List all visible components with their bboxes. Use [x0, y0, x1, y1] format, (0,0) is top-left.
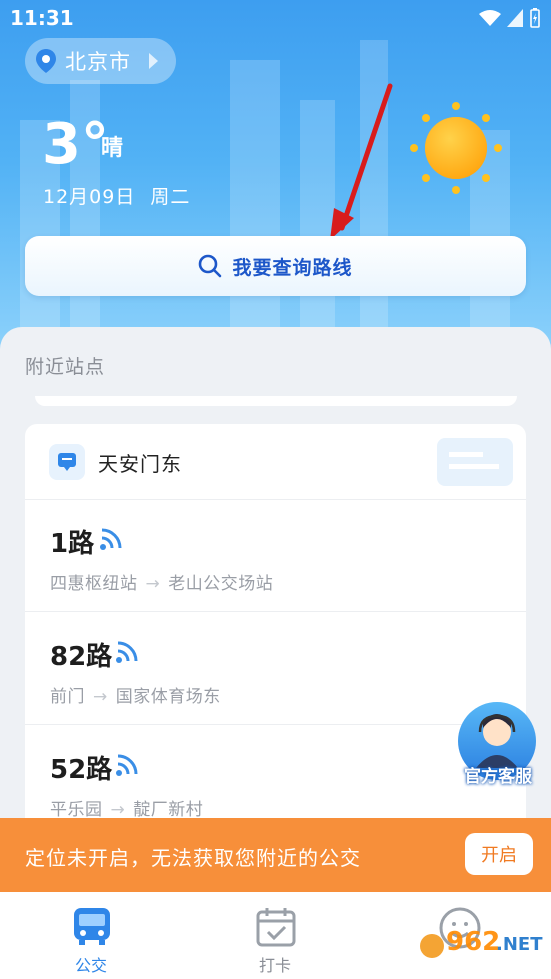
route-origin: 四惠枢纽站 [50, 574, 138, 594]
weather-condition: 晴 [101, 136, 124, 161]
site-watermark-logo: 962 .NET 乐游网 [420, 927, 543, 976]
realtime-signal-icon [116, 754, 138, 776]
stop-decoration-icon [437, 438, 513, 486]
route-search-button[interactable]: 我要查询路线 [25, 236, 526, 296]
city-name: 北京市 [65, 50, 131, 74]
stop-header[interactable]: 天安门东 [25, 424, 526, 500]
city-selector[interactable]: 北京市 [25, 38, 176, 84]
route-direction: 前门 → 国家体育场东 [50, 682, 221, 707]
tab-bus-label: 公交 [74, 956, 107, 975]
status-bar: 11:31 [0, 0, 551, 36]
stop-name: 天安门东 [98, 452, 182, 476]
sun-icon [410, 102, 502, 194]
route-direction: 四惠枢纽站 → 老山公交场站 [50, 569, 273, 594]
weekday: 周二 [150, 186, 191, 208]
route-number: 1路 [50, 529, 95, 559]
svg-text:乐游网: 乐游网 [494, 960, 536, 976]
previous-card-edge [35, 396, 517, 406]
route-item[interactable]: 1路 四惠枢纽站 → 老山公交场站 [25, 499, 526, 612]
arrow-right-icon: → [110, 800, 126, 820]
route-destination: 国家体育场东 [115, 687, 221, 707]
realtime-signal-icon [116, 641, 138, 663]
temperature: 3° [42, 112, 109, 177]
svg-text:962: 962 [446, 927, 500, 957]
bus-stop-icon [49, 444, 85, 480]
route-number: 52路 [50, 755, 113, 785]
calendar-check-icon [256, 908, 296, 947]
battery-icon [530, 8, 540, 28]
route-origin: 前门 [50, 687, 85, 707]
status-icons [479, 8, 541, 28]
red-pointer-arrow [330, 83, 393, 240]
location-pin-icon [36, 49, 56, 73]
route-destination: 老山公交场站 [168, 574, 274, 594]
chevron-right-icon [149, 53, 158, 69]
customer-service-label: 官方客服 [464, 767, 532, 787]
route-item[interactable]: 82路 前门 → 国家体育场东 [25, 612, 526, 725]
route-direction: 平乐园 → 靛厂新村 [50, 795, 203, 820]
arrow-right-icon: → [145, 574, 161, 594]
tab-bus[interactable]: 公交 [31, 900, 151, 975]
route-destination: 靛厂新村 [133, 800, 204, 820]
status-time: 11:31 [10, 6, 74, 30]
date-line: 12月09日 周二 [43, 182, 190, 209]
location-disabled-banner: 定位未开启，无法获取您附近的公交 开启 [0, 818, 551, 892]
banner-message: 定位未开启，无法获取您附近的公交 [25, 846, 361, 870]
tab-checkin[interactable]: 打卡 [215, 900, 335, 975]
customer-service-button[interactable]: 官方客服 [456, 702, 540, 788]
arrow-right-icon: → [93, 687, 108, 707]
search-icon [199, 254, 222, 278]
nearby-stops-title: 附近站点 [25, 356, 106, 378]
bus-icon [74, 908, 110, 945]
route-number: 82路 [50, 642, 113, 672]
enable-location-button[interactable]: 开启 [465, 833, 533, 875]
svg-text:.NET: .NET [496, 934, 543, 955]
tab-checkin-label: 打卡 [258, 956, 291, 975]
route-origin: 平乐园 [50, 800, 103, 820]
search-label: 我要查询路线 [232, 256, 353, 279]
date: 12月09日 [43, 186, 136, 208]
realtime-signal-icon [100, 528, 122, 550]
cellular-signal-icon [507, 9, 523, 27]
wifi-icon [479, 10, 501, 26]
